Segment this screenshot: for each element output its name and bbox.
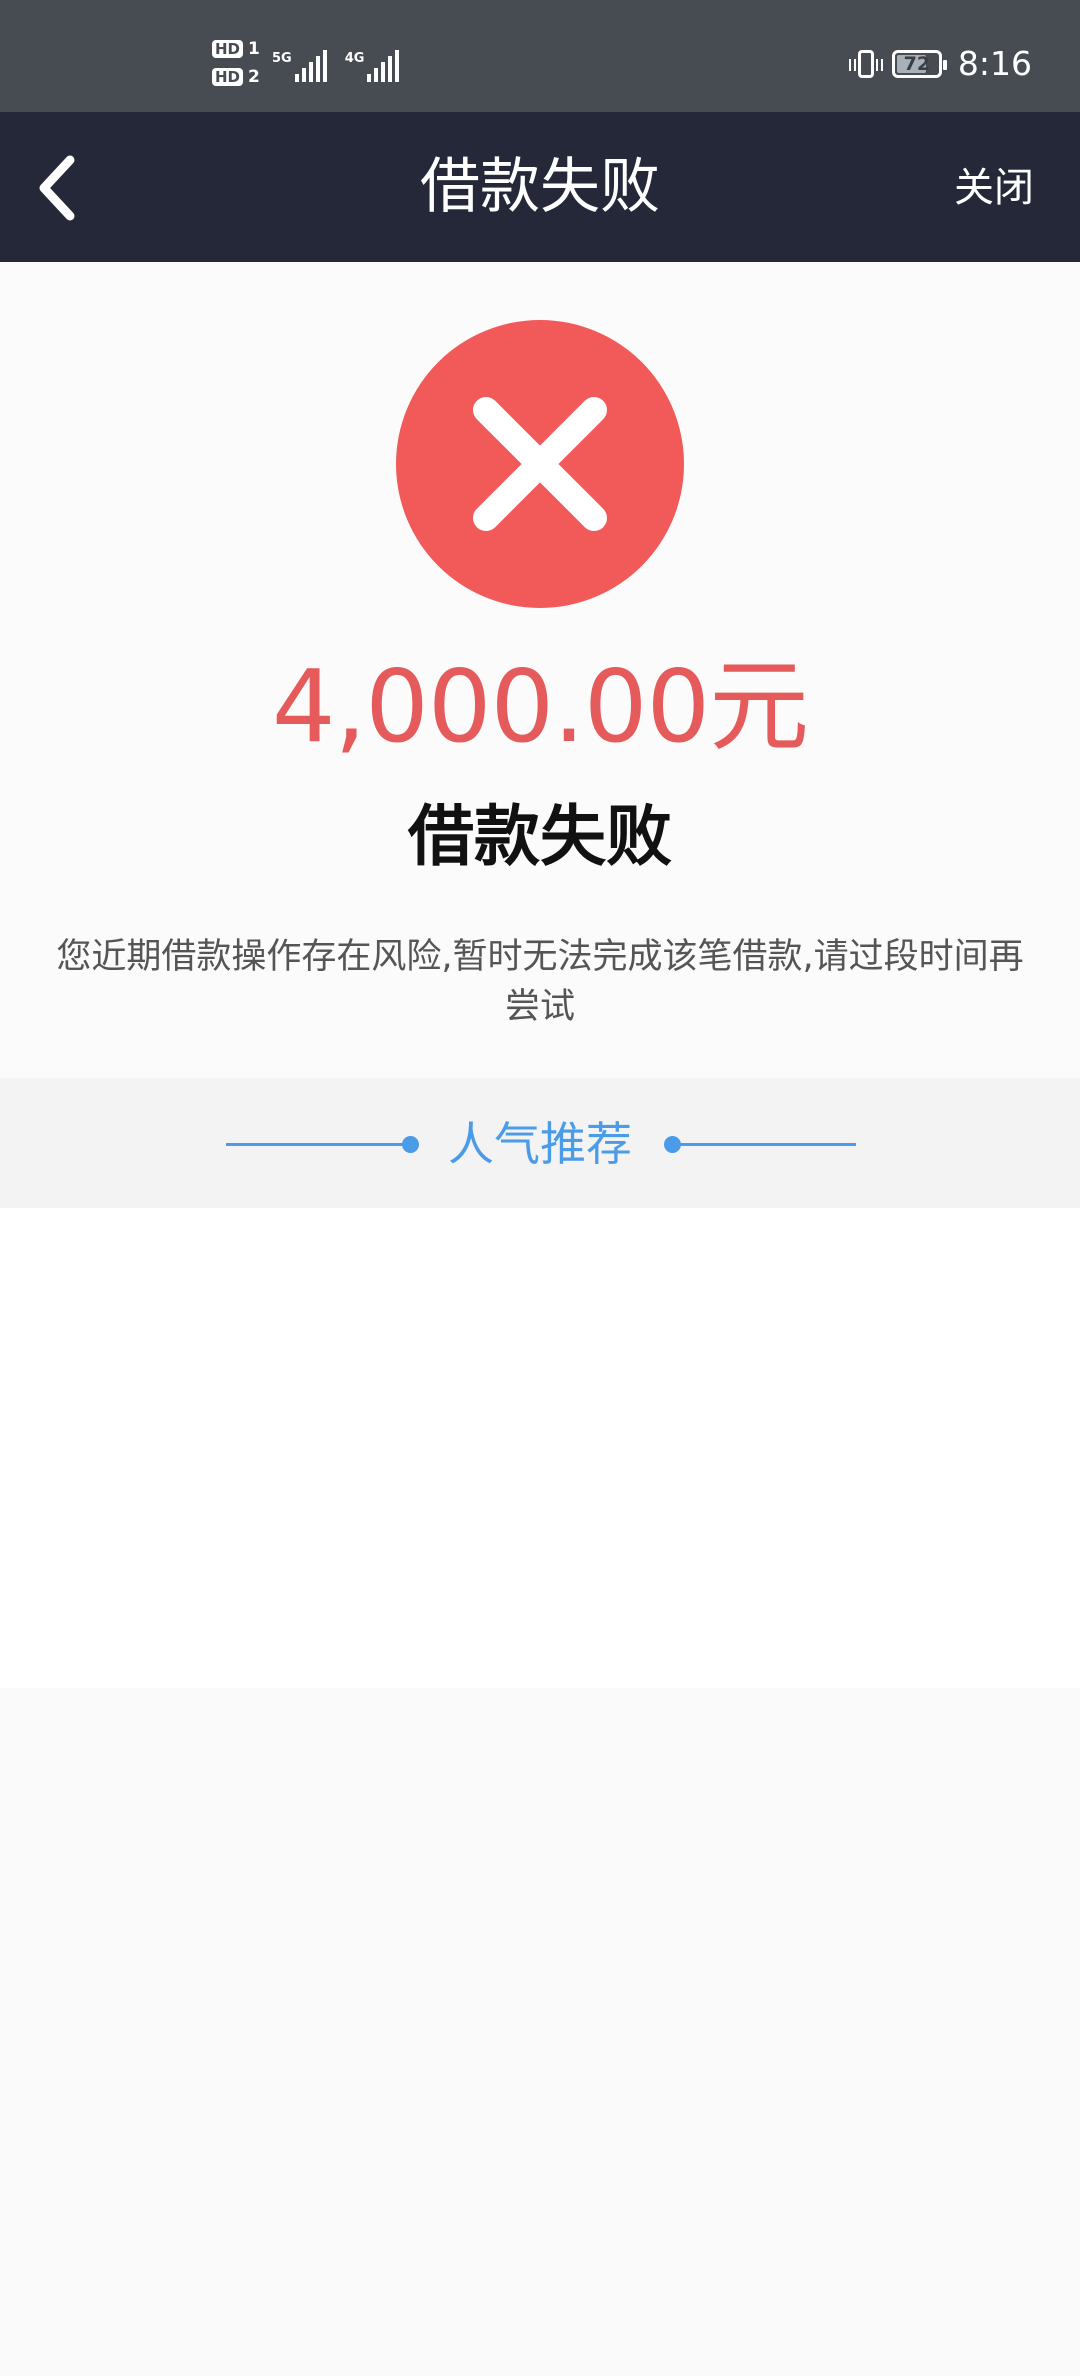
sim-number: 1 xyxy=(248,39,260,59)
result-message: 您近期借款操作存在风险,暂时无法完成该笔借款,请过段时间再尝试 xyxy=(56,937,1024,1027)
signal-strength-icon xyxy=(294,50,327,82)
sim-number: 2 xyxy=(248,67,260,87)
clock: 8:16 xyxy=(957,44,1032,83)
page-title: 借款失败 xyxy=(420,152,660,222)
signal-strength-icon xyxy=(367,50,400,82)
status-right: 72 8:16 xyxy=(848,44,1032,83)
result-section: 4,000.00元 借款失败 您近期借款操作存在风险,暂时无法完成该笔借款,请过… xyxy=(0,262,1080,1078)
sim-indicators: HD 1 HD 2 xyxy=(212,38,260,94)
close-button[interactable]: 关闭 xyxy=(954,164,1034,212)
result-title: 借款失败 xyxy=(408,798,672,875)
page-bottom xyxy=(0,1688,1080,2376)
network-signals: 5G 4G xyxy=(272,50,417,82)
hd-badge: HD xyxy=(212,40,244,58)
loan-amount: 4,000.00元 xyxy=(271,648,809,765)
status-bar: HD 1 HD 2 5G 4G 72 8:16 xyxy=(0,0,1080,112)
hd-badge: HD xyxy=(212,68,244,86)
close-circle-icon xyxy=(396,320,684,608)
network-type: 4G xyxy=(344,51,365,66)
recommend-list xyxy=(0,1208,1080,1688)
battery-level: 72 xyxy=(903,52,931,75)
battery-icon: 72 xyxy=(891,49,947,78)
nav-bar: 借款失败 关闭 xyxy=(0,112,1080,262)
recommend-title: 人气推荐 xyxy=(448,1117,632,1171)
recommend-header: 人气推荐 xyxy=(0,1078,1080,1208)
divider xyxy=(672,1143,856,1146)
network-type: 5G xyxy=(272,51,292,66)
vibrate-icon xyxy=(848,49,883,78)
